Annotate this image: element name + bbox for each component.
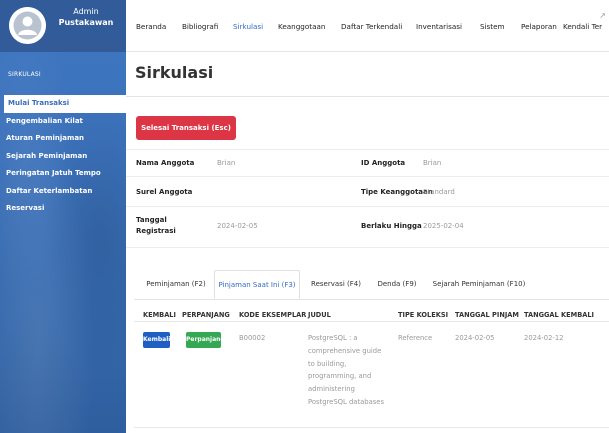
nav-sirkulasi[interactable]: Sirkulasi xyxy=(233,22,263,31)
info-divider xyxy=(126,206,609,207)
membership-type-label: Tipe Keanggotaan xyxy=(361,188,433,196)
due-date: 2024-02-12 xyxy=(524,334,564,342)
col-header-tanggal-kembali: TANGGAL KEMBALI xyxy=(524,311,594,319)
nav-inventarisasi[interactable]: Inventarisasi xyxy=(416,22,462,31)
item-title-line: comprehensive guide xyxy=(308,346,382,355)
nav-keanggotaan[interactable]: Keanggotaan xyxy=(278,22,325,31)
nav-beranda[interactable]: Beranda xyxy=(136,22,166,31)
info-divider xyxy=(126,176,609,177)
nav-daftar-terkendali[interactable]: Daftar Terkendali xyxy=(341,22,402,31)
tab-sejarah-peminjaman[interactable]: Sejarah Peminjaman (F10) xyxy=(426,270,532,299)
member-name-value: Brian xyxy=(217,159,236,167)
sidebar-section-label: SIRKULASI xyxy=(8,71,41,78)
sidebar-item-mulai-transaksi[interactable]: Mulai Transaksi xyxy=(4,95,126,113)
member-name-label: Nama Anggota xyxy=(136,159,195,167)
item-title-line: administering xyxy=(308,385,355,394)
item-title-line: to building, xyxy=(308,359,347,368)
sidebar-item-peringatan-jatuh-tempo[interactable]: Peringatan Jatuh Tempo xyxy=(0,165,126,183)
avatar[interactable] xyxy=(9,7,46,44)
info-divider xyxy=(126,149,609,150)
loan-date: 2024-02-05 xyxy=(455,334,495,342)
extend-button[interactable]: Perpanjang xyxy=(186,332,225,348)
col-header-judul: JUDUL xyxy=(308,311,331,319)
sidebar-item-aturan-peminjaman[interactable]: Aturan Peminjaman xyxy=(0,130,126,148)
page-title: Sirkulasi xyxy=(135,63,214,82)
sidebar-menu: Mulai Transaksi Pengembalian Kilat Atura… xyxy=(0,95,126,218)
registration-date-label-line1: Tanggal xyxy=(136,216,167,224)
return-button[interactable]: Kembali xyxy=(143,332,170,348)
profile-name: Admin Pustakawan xyxy=(50,6,122,28)
profile-username: Admin xyxy=(73,7,99,16)
valid-until-label: Berlaku Hingga xyxy=(361,222,422,230)
tab-peminjaman[interactable]: Peminjaman (F2) xyxy=(140,270,212,299)
col-header-kode-eksemplar: KODE EKSEMPLAR xyxy=(239,311,307,319)
top-navigation: Beranda Bibliografi Sirkulasi Keanggotaa… xyxy=(126,0,609,52)
item-title[interactable]: PostgreSQL : a comprehensive guide to bu… xyxy=(308,332,394,409)
nav-pelaporan[interactable]: Pelaporan xyxy=(521,22,557,31)
registration-date-value: 2024-02-05 xyxy=(217,222,258,230)
sidebar: Admin Pustakawan SIRKULASI Mulai Transak… xyxy=(0,0,126,433)
sidebar-item-pengembalian-kilat[interactable]: Pengembalian Kilat xyxy=(0,113,126,131)
profile-panel: Admin Pustakawan xyxy=(0,0,126,52)
end-transaction-button[interactable]: Selesai Transaksi (Esc) xyxy=(136,116,236,140)
tab-pinjaman-saat-ini[interactable]: Pinjaman Saat Ini (F3) xyxy=(214,270,300,299)
registration-date-label-line2: Registrasi xyxy=(136,227,176,235)
membership-type-value: Standard xyxy=(423,188,455,196)
member-email-label: Surel Anggota xyxy=(136,188,193,196)
title-divider xyxy=(126,96,609,97)
valid-until-value: 2025-02-04 xyxy=(423,222,464,230)
col-header-kembali: KEMBALI xyxy=(143,311,176,319)
tab-reservasi[interactable]: Reservasi (F4) xyxy=(307,270,365,299)
profile-role: Pustakawan xyxy=(58,18,114,27)
expand-icon[interactable]: ↗ xyxy=(599,11,606,20)
member-id-label: ID Anggota xyxy=(361,159,406,167)
col-header-tipe-koleksi: TIPE KOLEKSI xyxy=(398,311,449,319)
tabs-divider xyxy=(134,299,609,300)
col-header-perpanjang: PERPANJANG xyxy=(182,311,230,319)
collection-type: Reference xyxy=(398,334,433,342)
col-header-tanggal-pinjam: TANGGAL PINJAM xyxy=(455,311,519,319)
sidebar-item-sejarah-peminjaman[interactable]: Sejarah Peminjaman xyxy=(0,148,126,166)
user-icon xyxy=(9,7,46,44)
nav-kendali-terpusat[interactable]: Kendali Ter xyxy=(563,22,602,31)
registration-date-label: Tanggal Registrasi xyxy=(136,215,176,237)
tab-denda[interactable]: Denda (F9) xyxy=(375,270,419,299)
nav-bibliografi[interactable]: Bibliografi xyxy=(182,22,218,31)
sidebar-item-reservasi[interactable]: Reservasi xyxy=(0,200,126,218)
item-title-line: PostgreSQL : a xyxy=(308,334,358,342)
main-content: Sirkulasi Selesai Transaksi (Esc) Nama A… xyxy=(126,53,609,433)
nav-sistem[interactable]: Sistem xyxy=(480,22,505,31)
info-divider xyxy=(126,247,609,248)
item-title-line: programming, and xyxy=(308,372,372,381)
member-id-value: Brian xyxy=(423,159,442,167)
header-divider xyxy=(134,321,609,322)
sidebar-item-daftar-keterlambatan[interactable]: Daftar Keterlambatan xyxy=(0,183,126,201)
item-title-line: PostgreSQL databases xyxy=(308,397,385,406)
row-divider xyxy=(134,427,609,428)
item-code: B00002 xyxy=(239,334,266,342)
